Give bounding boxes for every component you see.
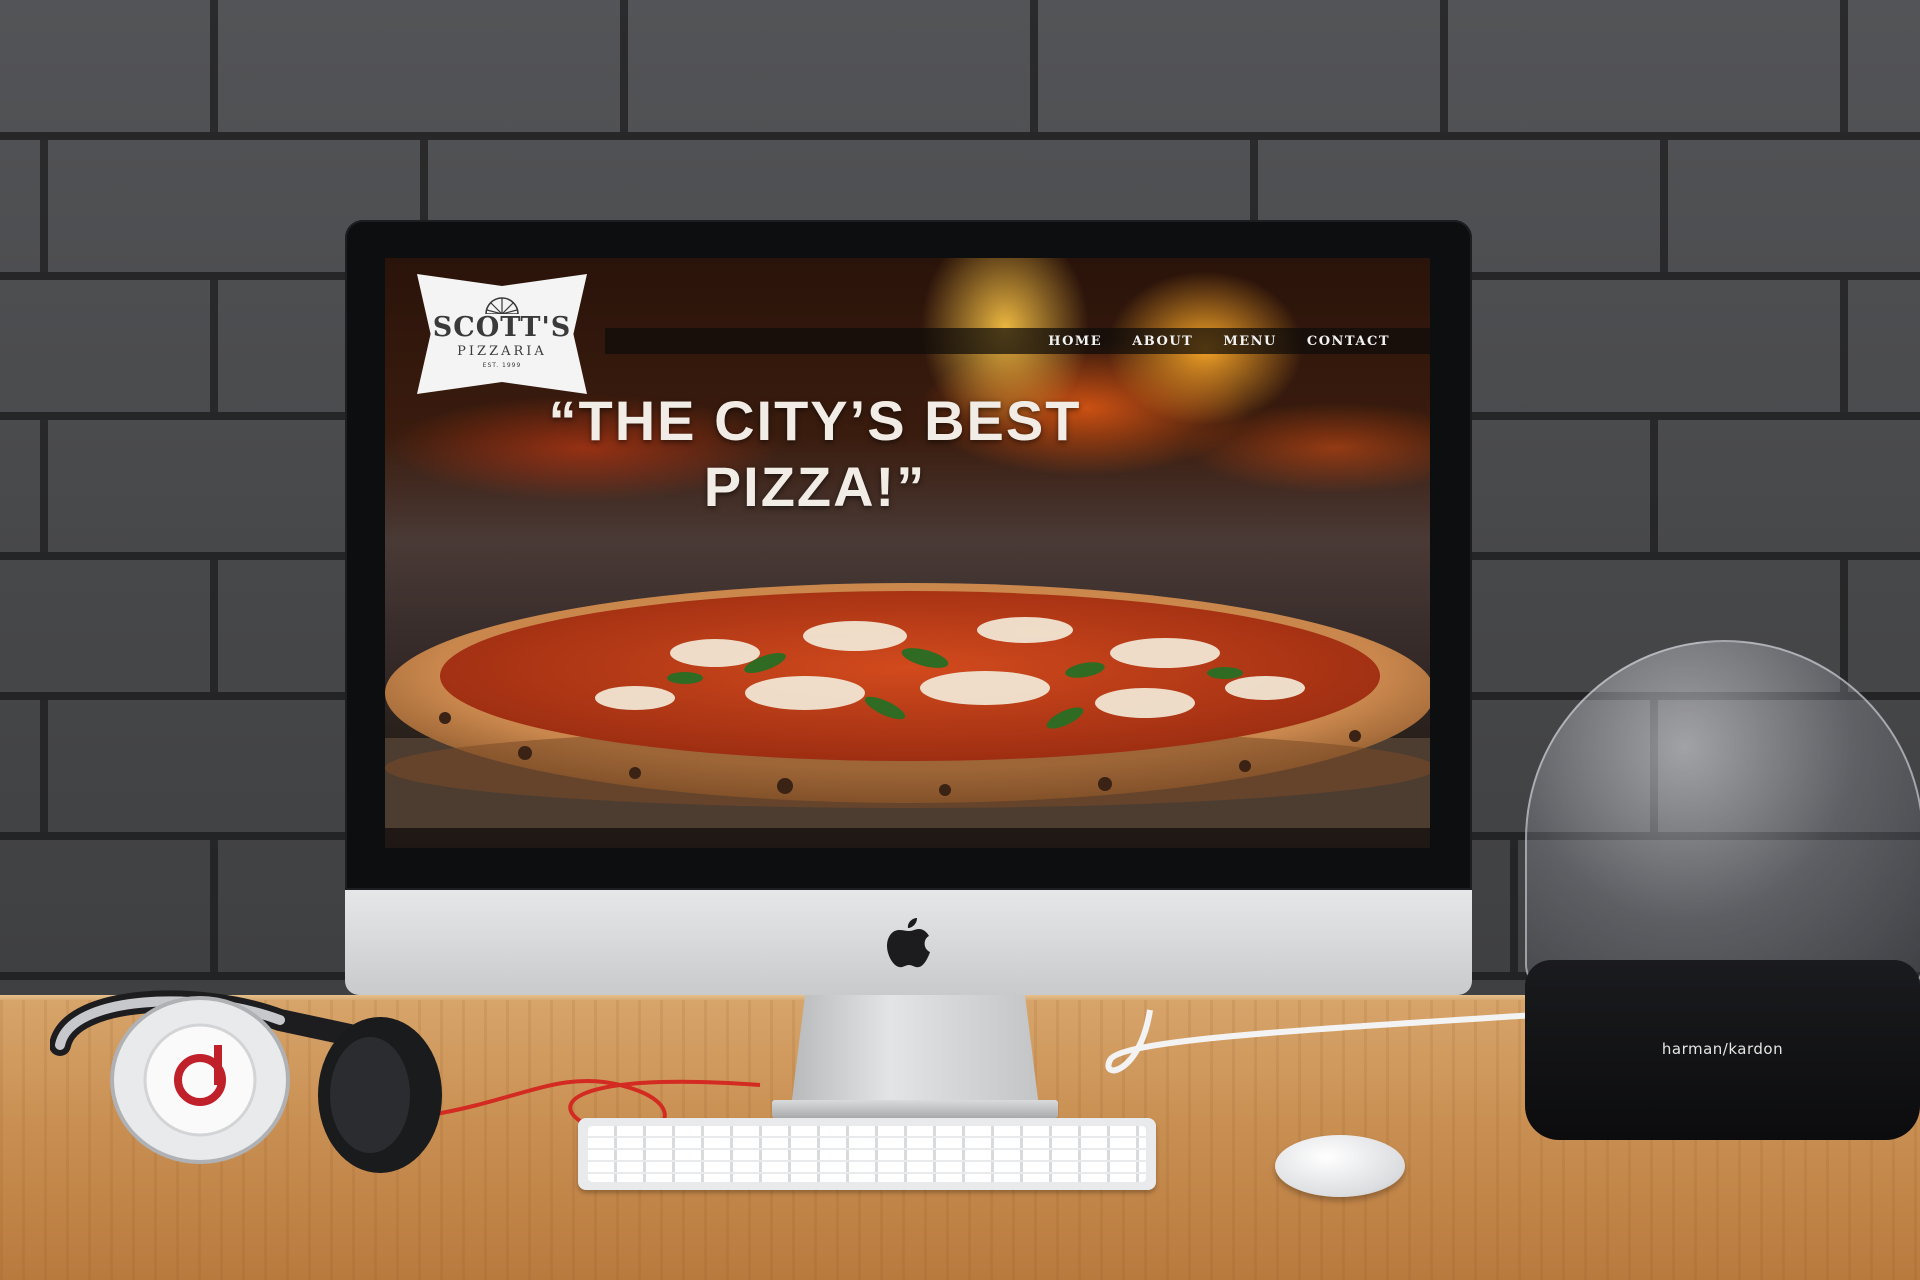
mouse: [1275, 1135, 1405, 1197]
keyboard: [578, 1118, 1156, 1190]
speaker: harman/kardon: [1525, 640, 1920, 1145]
site-nav: HOME ABOUT MENU CONTACT: [1048, 328, 1390, 354]
logo-subtitle: PIZZARIA: [457, 344, 547, 359]
imac-stand-foot: [772, 1100, 1058, 1118]
pizzaria-logo[interactable]: SCOTT'S PIZZARIA EST. 1999: [417, 274, 587, 394]
imac-stand: [790, 995, 1040, 1115]
hero-headline: “THE CITY’S BEST PIZZA!”: [385, 388, 1245, 520]
hero-headline-line2: PIZZA!”: [703, 455, 927, 518]
pizza-wheel-icon: [485, 297, 519, 314]
site-nav-bar: HOME ABOUT MENU CONTACT: [605, 328, 1430, 354]
imac-chin: [345, 890, 1472, 995]
logo-name: SCOTT'S: [432, 312, 572, 343]
nav-about-link[interactable]: ABOUT: [1132, 334, 1193, 349]
nav-contact-link[interactable]: CONTACT: [1307, 334, 1390, 349]
pizza-image: [385, 583, 1430, 828]
logo-established: EST. 1999: [482, 362, 522, 369]
nav-home-link[interactable]: HOME: [1048, 334, 1102, 349]
keyboard-keys: [588, 1126, 1146, 1182]
apple-logo-icon: [886, 918, 930, 968]
speaker-dome: [1525, 640, 1920, 994]
imac-screen[interactable]: SCOTT'S PIZZARIA EST. 1999 HOME ABOUT ME…: [385, 258, 1430, 848]
nav-menu-link[interactable]: MENU: [1223, 334, 1277, 349]
speaker-base: harman/kardon: [1525, 960, 1920, 1140]
speaker-brand-label: harman/kardon: [1661, 1040, 1784, 1058]
hero-headline-line1: “THE CITY’S BEST: [548, 389, 1082, 452]
headphones: [50, 990, 442, 1173]
